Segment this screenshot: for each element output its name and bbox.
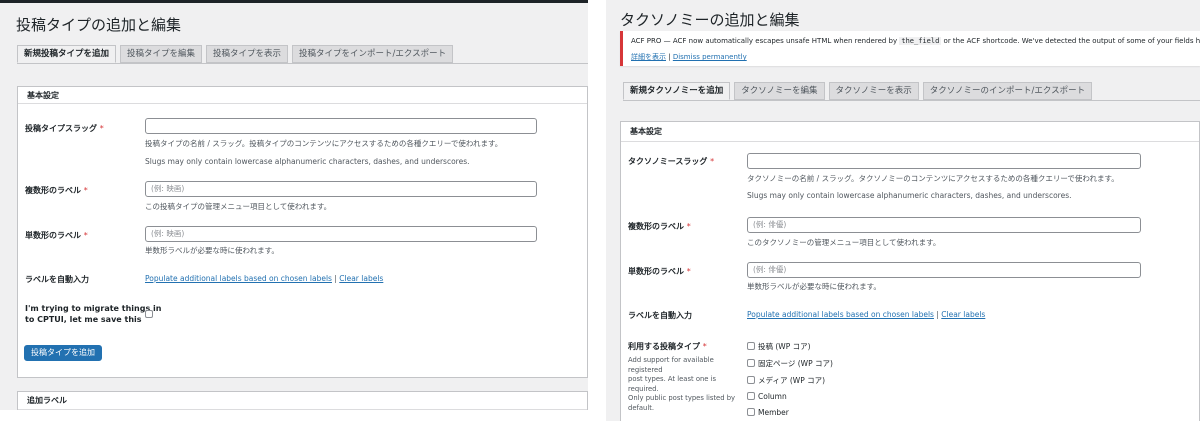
auto-label-links: Populate additional labels based on chos… [747,310,986,319]
tab-divider [17,63,588,64]
tab-bar: 新規投稿タイプを追加 投稿タイプを編集 投稿タイプを表示 投稿タイプをインポート… [17,45,454,63]
tab-edit-post-types[interactable]: 投稿タイプを編集 [120,45,203,63]
taxonomy-slug-label: タクソノミースラッグ * [628,157,715,166]
post-type-option-post[interactable]: 投稿 (WP コア) [747,341,811,352]
post-type-slug-input[interactable] [145,118,537,134]
auto-label-links: Populate additional labels based on chos… [145,274,384,283]
post-type-option-member[interactable]: Member [747,408,789,417]
post-types-label: 利用する投稿タイプ * [628,342,707,351]
taxonomy-editor-pane: タクソノミーの追加と編集 ACF PRO — ACF now automatic… [606,0,1200,421]
tab-import-export-post-types[interactable]: 投稿タイプをインポート/エクスポート [292,45,454,63]
tab-view-post-types[interactable]: 投稿タイプを表示 [206,45,289,63]
tab-add-taxonomy[interactable]: 新規タクソノミーを追加 [623,82,731,100]
auto-label-label: ラベルを自動入力 [25,275,89,284]
page-title: タクソノミーの追加と編集 [620,11,800,29]
tab-view-taxonomies[interactable]: タクソノミーを表示 [828,82,919,100]
slug-label: 投稿タイプスラッグ * [25,124,104,133]
dismiss-permanently-link[interactable]: Dismiss permanently [673,53,747,61]
post-type-option-column[interactable]: Column [747,392,787,401]
singular-description: 単数形ラベルが必要な時に使われます。 [145,246,279,255]
singular-description: 単数形ラベルが必要な時に使われます。 [747,282,881,291]
tab-divider [623,100,1200,101]
post-type-option-media[interactable]: メディア (WP コア) [747,375,825,386]
basic-settings-card: 基本設定 タクソノミースラッグ * タクソノミーの名前 / スラッグ。タクソノミ… [620,121,1200,421]
checkbox[interactable] [747,376,755,384]
checkbox[interactable] [747,408,755,416]
singular-label-input[interactable]: (例: 俳優) [747,262,1141,278]
populate-labels-link[interactable]: Populate additional labels based on chos… [747,310,934,319]
tab-bar: 新規タクソノミーを追加 タクソノミーを編集 タクソノミーを表示 タクソノミーのイ… [623,82,1093,100]
details-link[interactable]: 詳細を表示 [631,53,666,61]
plural-label-input[interactable]: (例: 俳優) [747,217,1141,233]
acf-notice-text: ACF PRO — ACF now automatically escapes … [631,37,1200,45]
plural-label: 複数形のラベル * [628,222,691,231]
slug-rules-text: Slugs may only contain lowercase alphanu… [747,191,1072,200]
tab-import-export-taxonomies[interactable]: タクソノミーのインポート/エクスポート [922,82,1093,100]
basic-settings-card: 基本設定 投稿タイプスラッグ * 投稿タイプの名前 / スラッグ。投稿タイプのコ… [17,86,588,378]
slug-description: タクソノミーの名前 / スラッグ。タクソノミーのコンテンツにアクセスするための各… [747,174,1119,183]
taxonomy-slug-input[interactable] [747,153,1141,169]
plural-description: このタクソノミーの管理メニュー項目として使われます。 [747,238,941,247]
clear-labels-link[interactable]: Clear labels [339,274,383,283]
section-title: 基本設定 [18,87,587,104]
post-types-description: Add support for available registered pos… [628,356,736,412]
checkbox[interactable] [747,359,755,367]
migrate-label: I'm trying to migrate things in to CPTUI… [25,304,162,324]
plural-label: 複数形のラベル * [25,186,88,195]
add-post-type-button[interactable]: 投稿タイプを追加 [24,345,102,361]
acf-notice: ACF PRO — ACF now automatically escapes … [620,31,1200,66]
checkbox[interactable] [747,342,755,350]
checkbox[interactable] [747,392,755,400]
additional-labels-card: 追加ラベル [17,391,588,410]
post-type-editor-pane: 投稿タイプの追加と編集 新規投稿タイプを追加 投稿タイプを編集 投稿タイプを表示… [0,0,588,410]
tab-edit-taxonomies[interactable]: タクソノミーを編集 [734,82,825,100]
section-title: 基本設定 [621,122,1199,142]
post-type-option-page[interactable]: 固定ページ (WP コア) [747,358,833,369]
acf-notice-actions: 詳細を表示 | Dismiss permanently [631,53,747,61]
singular-label-input[interactable]: (例: 映画) [145,226,537,242]
tab-add-post-type[interactable]: 新規投稿タイプを追加 [17,45,117,63]
clear-labels-link[interactable]: Clear labels [941,310,985,319]
code-snippet: the_field [899,37,942,45]
populate-labels-link[interactable]: Populate additional labels based on chos… [145,274,332,283]
slug-rules-text: Slugs may only contain lowercase alphanu… [145,157,470,166]
singular-label: 単数形のラベル * [25,231,88,240]
singular-label: 単数形のラベル * [628,267,691,276]
plural-label-input[interactable]: (例: 映画) [145,181,537,197]
slug-description: 投稿タイプの名前 / スラッグ。投稿タイプのコンテンツにアクセスするための各種ク… [145,139,503,148]
additional-labels-title: 追加ラベル [18,392,587,410]
migrate-checkbox[interactable] [145,310,153,318]
auto-label-label: ラベルを自動入力 [628,311,692,320]
required-mark: * [99,124,104,133]
plural-description: この投稿タイプの管理メニュー項目として使われます。 [145,202,332,211]
page-title: 投稿タイプの追加と編集 [16,16,182,34]
